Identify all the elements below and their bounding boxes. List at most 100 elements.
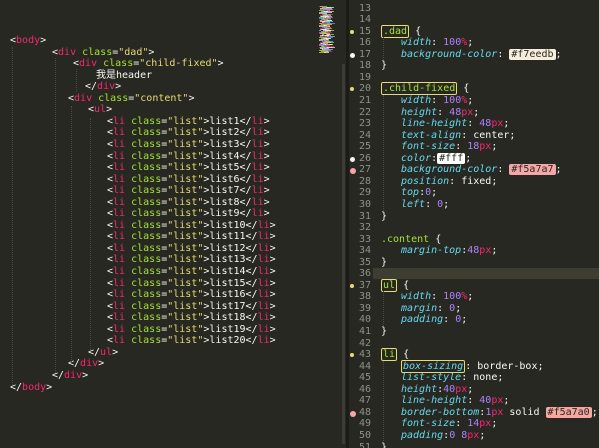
tag-name: li	[113, 219, 126, 231]
css-line: padding:0 8px;	[401, 430, 485, 442]
tag-name: div	[74, 92, 93, 104]
css-property: padding	[401, 429, 444, 441]
list-item-text: list3	[209, 138, 240, 150]
tag-name: li	[251, 185, 264, 197]
css-line: font-size: 18px;	[401, 141, 497, 153]
tag-name: li	[113, 185, 126, 197]
css-line: position: fixed;	[401, 176, 497, 188]
css-property: width	[401, 291, 432, 303]
code-token: }	[381, 256, 388, 268]
css-line: background-color: #f5a7a7;	[401, 164, 562, 176]
tag-name: li	[113, 289, 126, 301]
minimap[interactable]	[316, 0, 342, 448]
code-token: >	[269, 219, 276, 231]
code-token: >	[106, 104, 113, 116]
code-token: </	[239, 138, 252, 150]
attr-name: class	[131, 127, 162, 139]
css-property: margin	[401, 302, 438, 314]
attr-value: "list"	[167, 219, 204, 231]
code-token: :	[455, 418, 468, 430]
line-number: 39	[358, 302, 371, 314]
line-number: 13	[358, 2, 371, 14]
list-item-text: list8	[209, 196, 240, 208]
scrollbar[interactable]	[342, 64, 345, 444]
code-token: </	[245, 335, 258, 347]
attr-value: "list"	[167, 277, 204, 289]
tag-name: li	[113, 115, 126, 127]
css-line: list-style: none;	[401, 372, 503, 384]
line-number: 41	[358, 326, 371, 337]
code-token: ;	[491, 245, 498, 257]
css-line: height: 48px;	[401, 107, 479, 119]
css-line: padding: 0;	[401, 314, 467, 326]
css-property: width	[401, 37, 432, 49]
code-line: <li class="list">list16</li>	[107, 289, 276, 301]
code-token: >	[263, 173, 270, 185]
code-token: </	[245, 219, 258, 231]
code-token: ;	[467, 37, 474, 49]
attr-value: "list"	[167, 196, 204, 208]
code-token: </	[245, 231, 258, 243]
css-property: background-color	[401, 164, 498, 176]
css-line: height:40px;	[401, 384, 473, 396]
tag-name: li	[257, 254, 270, 266]
css-value: 100	[443, 95, 462, 106]
code-token: </	[245, 266, 258, 277]
code-token: ;	[555, 48, 562, 60]
css-property: top	[401, 187, 420, 199]
attr-value: "list"	[167, 242, 204, 254]
attr-name: class	[131, 219, 162, 231]
html-editor-pane[interactable]: <body> <div class="dad"> <div class="child…	[0, 0, 346, 448]
line-number: 33	[358, 233, 371, 245]
list-item-text: list2	[209, 127, 240, 139]
list-item-text: list6	[209, 173, 240, 185]
code-token: >	[263, 196, 270, 208]
attr-value: "list"	[167, 254, 204, 266]
code-token: :	[461, 129, 474, 141]
tag-name: li	[257, 231, 270, 243]
indent-guide	[383, 360, 384, 442]
code-token: :	[431, 37, 444, 49]
gutter-marker	[350, 283, 354, 288]
code-line: <li class="list">list4</li>	[107, 151, 270, 163]
tag-name: div	[58, 46, 77, 58]
css-line: text-align: center;	[401, 130, 515, 142]
css-property: width	[401, 95, 432, 106]
code-line: <li class="list">list5</li>	[107, 162, 270, 174]
code-token: :	[437, 302, 450, 314]
css-value: 18	[467, 141, 480, 153]
list-item-text: list11	[209, 231, 246, 243]
tag-name: div	[64, 369, 83, 381]
css-line: .content {	[381, 234, 441, 246]
css-property: border-bottom	[401, 406, 480, 418]
code-line: <li class="list">list20</li>	[107, 335, 276, 347]
list-item-text: list20	[209, 335, 246, 347]
code-line: <div class="child-fixed">	[73, 58, 224, 70]
list-item-text: list18	[209, 312, 246, 324]
color-swatch: #f7eedb	[509, 48, 556, 60]
code-line: <li class="list">list19</li>	[107, 324, 276, 336]
code-token: >	[269, 335, 276, 347]
css-unit: px	[479, 418, 492, 430]
line-number: 16	[358, 37, 371, 49]
css-property: list-style	[401, 372, 462, 384]
gutter-marker	[350, 156, 355, 162]
tag-name: li	[113, 277, 126, 289]
attr-name: class	[131, 231, 162, 243]
code-token: >	[269, 266, 276, 277]
css-property: text-align	[401, 129, 462, 141]
tag-name: li	[257, 242, 270, 254]
code-token: :	[425, 198, 438, 210]
line-number: 19	[358, 71, 371, 83]
css-unit: px	[479, 245, 492, 257]
code-line: <ul>	[88, 104, 112, 116]
attr-value: "list"	[167, 127, 204, 139]
css-line: }	[381, 60, 387, 72]
tag-name: li	[113, 300, 126, 312]
code-token: ;	[467, 95, 474, 106]
attr-value: "dad"	[118, 46, 149, 58]
list-item-text: list4	[209, 150, 240, 162]
css-editor-pane[interactable]: 13 14 15 16 17 18 19 20 21 22 23 24 25 26 27 28 29 30 31 32…	[349, 0, 599, 448]
code-token: >	[263, 115, 270, 127]
css-line: margin-top:48px;	[401, 245, 497, 257]
